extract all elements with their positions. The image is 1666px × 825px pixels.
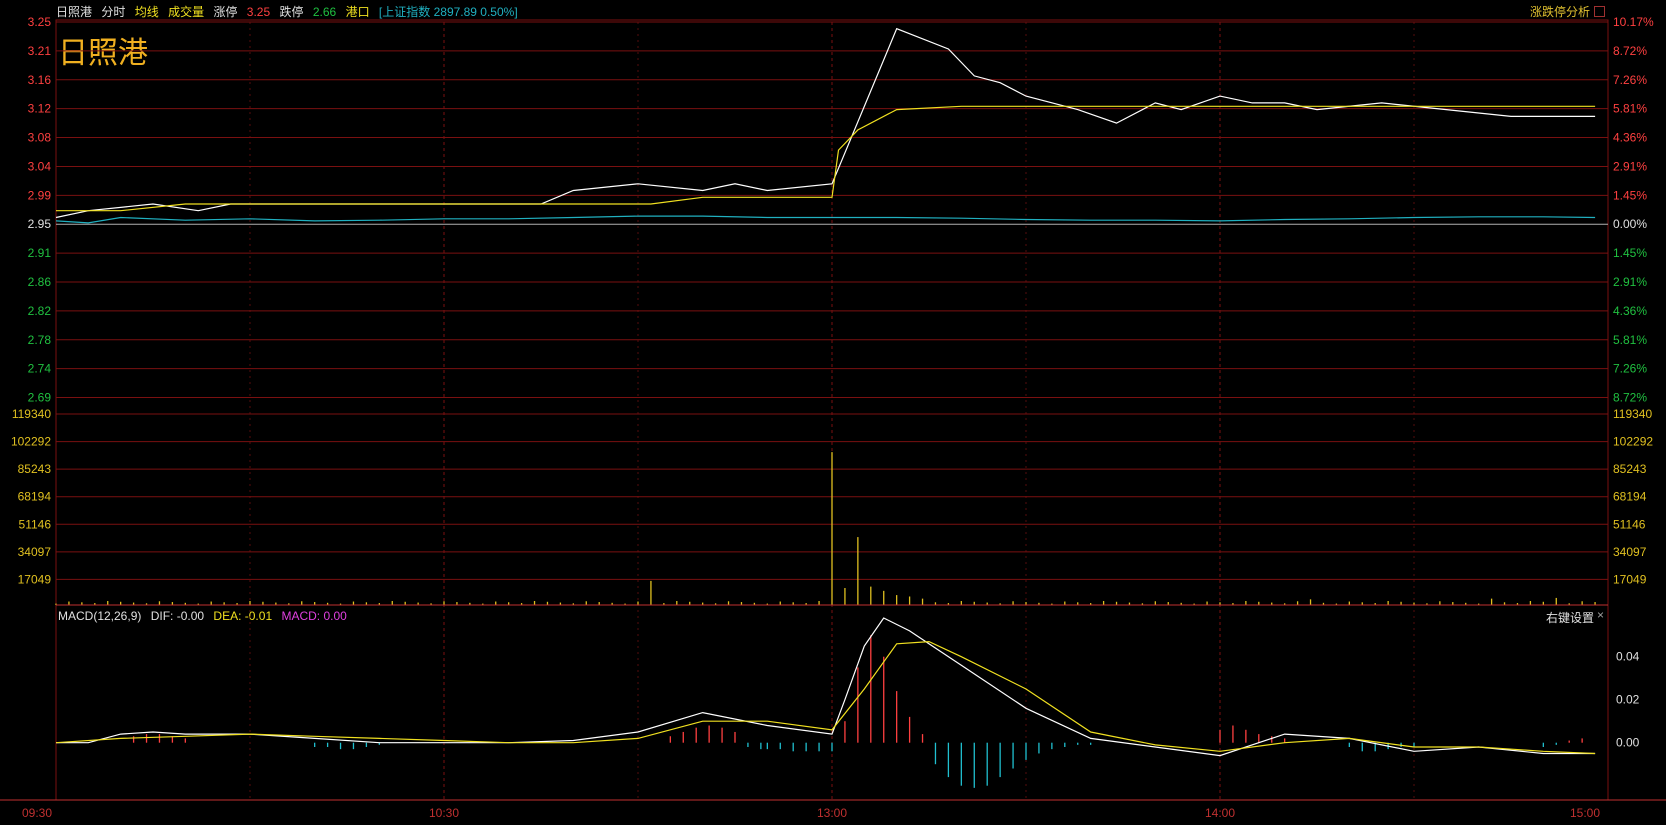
volume-axis-label: 68194: [18, 490, 52, 504]
time-axis-label: 10:30: [429, 806, 459, 820]
time-axis-label: 09:30: [22, 806, 52, 820]
price-axis-label: 3.25: [28, 15, 52, 29]
pct-axis-label: 7.26%: [1613, 362, 1647, 376]
volume-axis-label-right: 17049: [1613, 572, 1647, 586]
price-axis-label: 2.91: [28, 246, 52, 260]
pct-axis-label: 5.81%: [1613, 333, 1647, 347]
volume-axis-label: 34097: [18, 545, 52, 559]
volume-axis-label-right: 34097: [1613, 545, 1647, 559]
volume-axis-label: 102292: [11, 435, 51, 449]
intraday-chart[interactable]: 3.25 10.17% 3.21 8.72% 3.16 7.26% 3.12 5.81% 3.0…: [0, 0, 1666, 825]
price-axis-label: 3.08: [28, 131, 52, 145]
pct-axis-label: 4.36%: [1613, 131, 1647, 145]
volume-axis-label-right: 119340: [1613, 407, 1652, 421]
pct-axis-label: 0.00%: [1613, 217, 1647, 231]
pct-axis-label: 8.72%: [1613, 391, 1647, 405]
price-axis-label: 2.78: [28, 333, 52, 347]
price-axis-label: 3.04: [28, 159, 52, 173]
pct-axis-label: 1.45%: [1613, 188, 1647, 202]
macd-axis-label: 0.00: [1616, 736, 1640, 750]
pct-axis-label: 2.91%: [1613, 275, 1647, 289]
series-price-line: [55, 27, 1596, 219]
price-axis-label: 2.99: [28, 188, 52, 202]
volume-axis-label: 119340: [12, 407, 51, 421]
volume-axis-label: 17049: [18, 572, 52, 586]
pct-axis-label: 2.91%: [1613, 159, 1647, 173]
volume-axis-label: 85243: [18, 462, 52, 476]
pct-axis-label: 8.72%: [1613, 44, 1647, 58]
pct-axis-label: 7.26%: [1613, 73, 1647, 87]
macd-axis-label: 0.02: [1616, 693, 1640, 707]
price-axis-label: 2.82: [28, 304, 52, 318]
pct-axis-label: 4.36%: [1613, 304, 1647, 318]
pct-axis-label: 10.17%: [1613, 15, 1654, 29]
series-index-line: [55, 215, 1596, 224]
time-axis-label: 14:00: [1205, 806, 1235, 820]
volume-axis-label: 51146: [19, 517, 52, 531]
pct-axis-label: 5.81%: [1613, 102, 1647, 116]
price-axis-label: 2.95: [28, 217, 52, 231]
time-axis-label: 15:00: [1570, 806, 1600, 820]
volume-axis-label-right: 85243: [1613, 462, 1647, 476]
macd-axis-label: 0.04: [1616, 650, 1640, 664]
price-axis-label: 3.21: [28, 44, 52, 58]
price-axis-label: 2.74: [28, 362, 52, 376]
time-axis-label: 13:00: [817, 806, 847, 820]
price-axis-label: 2.69: [28, 391, 52, 405]
volume-axis-label-right: 102292: [1613, 435, 1653, 449]
price-axis-label: 3.12: [28, 102, 52, 116]
price-axis-label: 2.86: [28, 275, 52, 289]
volume-axis-label-right: 68194: [1613, 490, 1647, 504]
volume-axis-label-right: 51146: [1613, 517, 1646, 531]
price-axis-label: 3.16: [28, 73, 52, 87]
pct-axis-label: 1.45%: [1613, 246, 1647, 260]
